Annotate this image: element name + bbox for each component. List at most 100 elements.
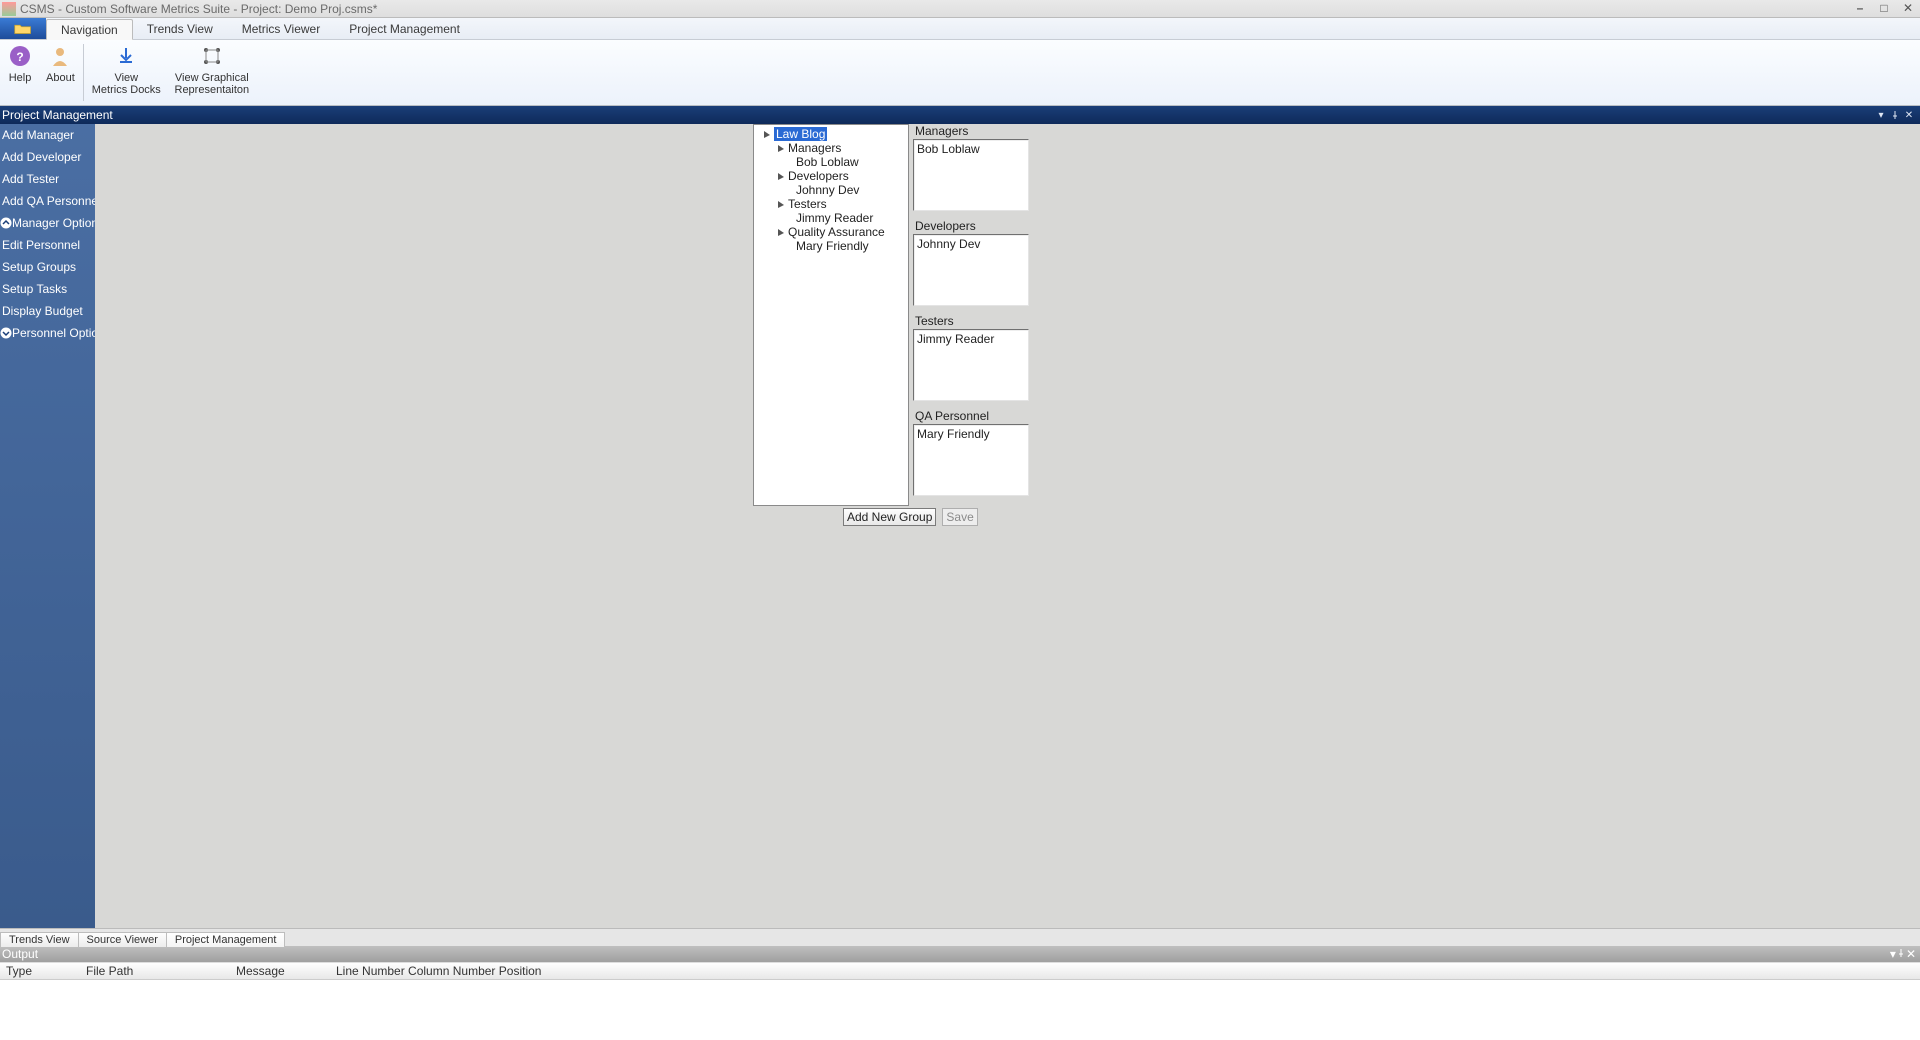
menu-tab-project-management[interactable]: Project Management	[335, 18, 475, 39]
tree-group-node[interactable]: Testers	[756, 197, 906, 211]
ribbon-label: About	[46, 72, 75, 84]
dock-title: Project Management	[2, 108, 113, 122]
save-button[interactable]: Save	[942, 508, 977, 526]
tree-group-node[interactable]: Developers	[756, 169, 906, 183]
sidebar-item-label: Add QA Personnel	[2, 194, 101, 208]
dock-header: Project Management ▾ ✕	[0, 106, 1920, 124]
tree-member-node[interactable]: Mary Friendly	[756, 239, 906, 253]
tree-node-label: Mary Friendly	[796, 239, 869, 253]
qa-personnel-list-box[interactable]: Mary Friendly	[913, 424, 1029, 496]
titlebar: CSMS - Custom Software Metrics Suite - P…	[0, 0, 1920, 18]
sidebar-item-add-qa-personnel[interactable]: Add QA Personnel	[0, 190, 95, 212]
output-header-file-path[interactable]: File Path	[80, 964, 230, 978]
maximize-button[interactable]: □	[1872, 2, 1896, 16]
help-icon: ?	[6, 42, 34, 70]
tree-member-node[interactable]: Johnny Dev	[756, 183, 906, 197]
tree-node-label: Law Blog	[774, 127, 827, 141]
tree-node-label: Johnny Dev	[796, 183, 859, 197]
dock-close-icon[interactable]: ✕	[1906, 947, 1916, 961]
add-new-group-button[interactable]: Add New Group	[843, 508, 936, 526]
sidebar-item-add-developer[interactable]: Add Developer	[0, 146, 95, 168]
ribbon-label: Help	[9, 72, 32, 84]
sidebar-item-setup-groups[interactable]: Setup Groups	[0, 256, 95, 278]
tree-group-node[interactable]: Quality Assurance	[756, 225, 906, 239]
menu-tab-label: Navigation	[61, 23, 118, 37]
window-title: CSMS - Custom Software Metrics Suite - P…	[20, 2, 377, 16]
menu-tab-label: Metrics Viewer	[242, 22, 320, 36]
dock-dropdown-icon[interactable]: ▾	[1874, 108, 1888, 122]
chevron-down-icon	[0, 326, 12, 340]
bottom-tab-project-management[interactable]: Project Management	[166, 932, 286, 947]
tree-node-label: Developers	[788, 169, 849, 183]
output-body[interactable]	[0, 980, 1920, 1040]
panel-label-developers: Developers	[915, 219, 1029, 233]
dock-pin-icon[interactable]	[1896, 947, 1906, 961]
panel-label-qa-personnel: QA Personnel	[915, 409, 1029, 423]
download-arrow-icon	[112, 42, 140, 70]
tree-group-node[interactable]: Managers	[756, 141, 906, 155]
group-tree[interactable]: Law Blog Managers Bob Loblaw Developers …	[753, 124, 909, 506]
tree-node-label: Bob Loblaw	[796, 155, 859, 169]
tree-expander-icon[interactable]	[776, 227, 786, 237]
dock-close-icon[interactable]: ✕	[1902, 108, 1916, 122]
bottom-tab-bar: Trends View Source Viewer Project Manage…	[0, 928, 1920, 946]
about-icon	[46, 42, 74, 70]
sidebar-item-label: Edit Personnel	[2, 238, 80, 252]
menu-tab-trends-view[interactable]: Trends View	[133, 18, 228, 39]
sidebar-item-add-manager[interactable]: Add Manager	[0, 124, 95, 146]
sidebar-item-label: Display Budget	[2, 304, 83, 318]
view-graphical-representation-button[interactable]: View Graphical Representaiton	[167, 40, 257, 105]
tree-expander-icon[interactable]	[776, 171, 786, 181]
menu-tab-metrics-viewer[interactable]: Metrics Viewer	[228, 18, 335, 39]
tree-expander-icon[interactable]	[776, 143, 786, 153]
graph-nodes-icon	[198, 42, 226, 70]
sidebar: Add Manager Add Developer Add Tester Add…	[0, 124, 95, 928]
help-button[interactable]: ? Help	[0, 40, 40, 105]
sidebar-item-label: Setup Tasks	[2, 282, 67, 296]
folder-open-icon	[14, 22, 32, 36]
menu-tab-navigation[interactable]: Navigation	[46, 19, 133, 40]
app-icon	[2, 2, 16, 16]
file-menu-button[interactable]	[0, 18, 46, 39]
dock-pin-icon[interactable]	[1888, 108, 1902, 122]
content-row: Add Manager Add Developer Add Tester Add…	[0, 124, 1920, 928]
managers-list-box[interactable]: Bob Loblaw	[913, 139, 1029, 211]
output-header-type[interactable]: Type	[0, 964, 80, 978]
tree-node-label: Managers	[788, 141, 841, 155]
sidebar-item-setup-tasks[interactable]: Setup Tasks	[0, 278, 95, 300]
sidebar-item-add-tester[interactable]: Add Tester	[0, 168, 95, 190]
ribbon-label: View Graphical Representaiton	[175, 72, 250, 96]
sidebar-item-edit-personnel[interactable]: Edit Personnel	[0, 234, 95, 256]
tree-expander-icon[interactable]	[762, 129, 772, 139]
output-table-header: Type File Path Message Line Number Colum…	[0, 962, 1920, 980]
sidebar-item-label: Setup Groups	[2, 260, 76, 274]
tree-expander-icon[interactable]	[776, 199, 786, 209]
about-button[interactable]: About	[40, 40, 81, 105]
sidebar-item-personnel-options[interactable]: Personnel Options	[0, 322, 95, 344]
tree-node-label: Testers	[788, 197, 827, 211]
panel-label-testers: Testers	[915, 314, 1029, 328]
sidebar-item-manager-options[interactable]: Manager Options	[0, 212, 95, 234]
tree-member-node[interactable]: Jimmy Reader	[756, 211, 906, 225]
view-metrics-docks-button[interactable]: View Metrics Docks	[86, 40, 167, 105]
tree-member-node[interactable]: Bob Loblaw	[756, 155, 906, 169]
chevron-up-icon	[0, 216, 12, 230]
tree-node-label: Jimmy Reader	[796, 211, 873, 225]
main-panel: Law Blog Managers Bob Loblaw Developers …	[95, 124, 1920, 928]
output-header-line-number[interactable]: Line Number Column Number Position	[330, 964, 553, 978]
bottom-tab-source-viewer[interactable]: Source Viewer	[78, 932, 167, 947]
sidebar-item-label: Add Developer	[2, 150, 81, 164]
sidebar-item-display-budget[interactable]: Display Budget	[0, 300, 95, 322]
bottom-tab-trends-view[interactable]: Trends View	[0, 932, 79, 947]
minimize-button[interactable]: –	[1848, 2, 1872, 16]
developers-list-box[interactable]: Johnny Dev	[913, 234, 1029, 306]
tree-root-node[interactable]: Law Blog	[756, 127, 906, 141]
close-button[interactable]: ✕	[1896, 2, 1920, 16]
menu-bar: Navigation Trends View Metrics Viewer Pr…	[0, 18, 1920, 40]
output-header-message[interactable]: Message	[230, 964, 330, 978]
menu-tab-label: Project Management	[349, 22, 460, 36]
ribbon-label: View Metrics Docks	[92, 72, 161, 96]
output-dock-header: Output ▾ ✕	[0, 946, 1920, 962]
sidebar-item-label: Add Manager	[2, 128, 74, 142]
testers-list-box[interactable]: Jimmy Reader	[913, 329, 1029, 401]
